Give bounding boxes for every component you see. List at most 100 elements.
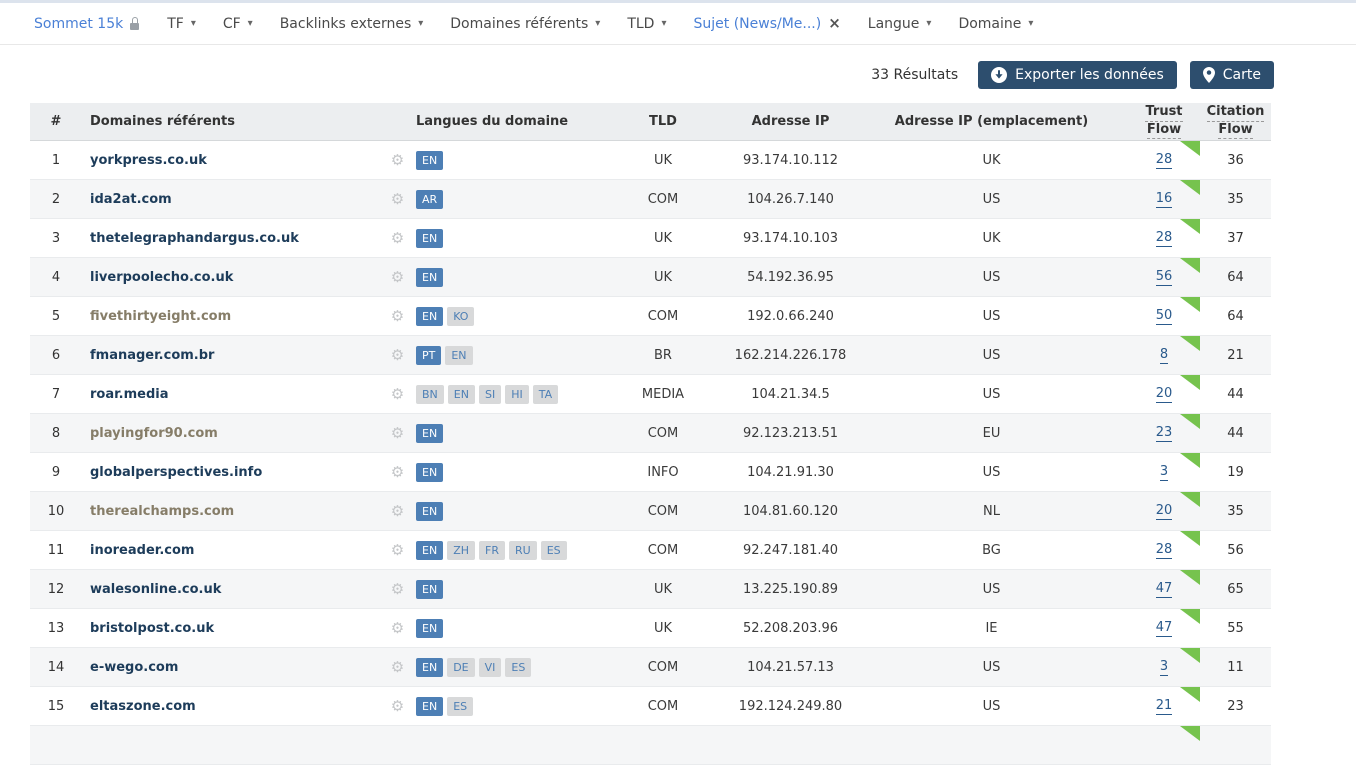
language-badge-es: ES <box>447 697 473 716</box>
trust-flow-value[interactable]: 28 <box>1156 152 1173 169</box>
language-badges: ENZHFRRUES <box>410 541 600 560</box>
domain-link[interactable]: liverpoolecho.co.uk <box>90 270 233 285</box>
gear-icon[interactable]: ⚙ <box>391 268 404 286</box>
tld-cell: UK <box>654 270 672 285</box>
language-badge-vi: VI <box>479 658 502 677</box>
language-badge-es: ES <box>505 658 531 677</box>
filter-item-tf[interactable]: TF ▾ <box>167 16 196 32</box>
filter-label: CF <box>223 16 241 32</box>
gear-icon[interactable]: ⚙ <box>391 424 404 442</box>
tld-cell: UK <box>654 231 672 246</box>
gear-icon[interactable]: ⚙ <box>391 229 404 247</box>
language-badge-de: DE <box>447 658 474 677</box>
table-header-row: # Domaines référents Langues du domaine … <box>30 103 1271 141</box>
domain-link[interactable]: therealchamps.com <box>90 504 234 519</box>
domain-link[interactable]: ida2at.com <box>90 192 172 207</box>
close-icon[interactable]: × <box>828 16 841 31</box>
domain-link[interactable]: playingfor90.com <box>90 426 218 441</box>
gear-icon[interactable]: ⚙ <box>391 151 404 169</box>
trust-flow-value[interactable]: 47 <box>1156 620 1173 637</box>
domain-link[interactable]: eltaszone.com <box>90 699 196 714</box>
gear-icon[interactable]: ⚙ <box>391 307 404 325</box>
gear-icon[interactable]: ⚙ <box>391 190 404 208</box>
tld-cell: COM <box>648 699 679 714</box>
table-row: 11 inoreader.com ⚙ ENZHFRRUES COM 92.247… <box>30 531 1271 570</box>
domain-link[interactable]: roar.media <box>90 387 169 402</box>
ip-location-cell: IE <box>985 621 997 636</box>
gear-icon[interactable]: ⚙ <box>391 502 404 520</box>
gear-icon[interactable]: ⚙ <box>391 619 404 637</box>
gear-icon[interactable]: ⚙ <box>391 541 404 559</box>
domain-link[interactable]: fmanager.com.br <box>90 348 214 363</box>
filter-item-cf[interactable]: CF ▾ <box>223 16 253 32</box>
trend-triangle-icon <box>1180 414 1200 429</box>
language-badge-en: EN <box>416 229 443 248</box>
trust-flow-value[interactable]: 20 <box>1156 386 1173 403</box>
gear-icon[interactable]: ⚙ <box>391 385 404 403</box>
language-badge-es: ES <box>541 541 567 560</box>
tld-cell: COM <box>648 192 679 207</box>
trust-flow-value[interactable]: 20 <box>1156 503 1173 520</box>
trust-flow-value[interactable]: 16 <box>1156 191 1173 208</box>
trust-flow-value[interactable]: 28 <box>1156 542 1173 559</box>
download-icon <box>991 67 1007 83</box>
results-toolbar: 33 Résultats Exporter les données Carte <box>0 61 1274 89</box>
gear-icon[interactable]: ⚙ <box>391 658 404 676</box>
domain-link[interactable]: e-wego.com <box>90 660 178 675</box>
map-pin-icon <box>1203 67 1215 83</box>
trust-flow-value[interactable]: 3 <box>1160 659 1168 676</box>
filter-label: Sommet 15k <box>34 16 123 32</box>
table-row: 15 eltaszone.com ⚙ ENES COM 192.124.249.… <box>30 687 1271 726</box>
trust-flow-value[interactable]: 23 <box>1156 425 1173 442</box>
chevron-down-icon: ▾ <box>418 19 423 29</box>
trust-flow-value[interactable]: 8 <box>1160 347 1168 364</box>
tld-cell: COM <box>648 426 679 441</box>
header-citation-flow[interactable]: Citation Flow <box>1200 104 1271 139</box>
ip-cell: 192.0.66.240 <box>747 309 834 324</box>
filter-item-sujet[interactable]: Sujet (News/Me...) × <box>694 16 841 32</box>
language-badge-zh: ZH <box>447 541 475 560</box>
trust-flow-value[interactable]: 3 <box>1160 464 1168 481</box>
table-row: 14 e-wego.com ⚙ ENDEVIES COM 104.21.57.1… <box>30 648 1271 687</box>
trust-flow-value[interactable]: 47 <box>1156 581 1173 598</box>
citation-flow-value: 55 <box>1200 621 1271 636</box>
domain-link[interactable]: walesonline.co.uk <box>90 582 221 597</box>
domain-link[interactable]: globalperspectives.info <box>90 465 262 480</box>
trust-flow-value[interactable]: 21 <box>1156 698 1173 715</box>
trend-triangle-icon <box>1180 570 1200 585</box>
domain-link[interactable]: bristolpost.co.uk <box>90 621 214 636</box>
gear-icon[interactable]: ⚙ <box>391 463 404 481</box>
domain-link[interactable]: thetelegraphandargus.co.uk <box>90 231 299 246</box>
filter-item-sommet-15k[interactable]: Sommet 15k <box>34 16 140 32</box>
language-badge-en: EN <box>416 502 443 521</box>
citation-flow-value: 35 <box>1200 192 1271 207</box>
filter-item-backlinks-externes[interactable]: Backlinks externes ▾ <box>280 16 424 32</box>
gear-icon[interactable]: ⚙ <box>391 346 404 364</box>
citation-flow-value: 65 <box>1200 582 1271 597</box>
trend-triangle-icon <box>1180 726 1200 741</box>
map-button[interactable]: Carte <box>1190 61 1274 89</box>
citation-flow-value: 21 <box>1200 348 1271 363</box>
filter-item-domaine[interactable]: Domaine ▾ <box>958 16 1033 32</box>
domain-link[interactable]: fivethirtyeight.com <box>90 309 231 324</box>
export-data-button[interactable]: Exporter les données <box>978 61 1177 89</box>
filter-label: TLD <box>627 16 654 32</box>
row-index: 15 <box>30 699 82 714</box>
language-badge-en: EN <box>445 346 472 365</box>
language-badge-en: EN <box>416 580 443 599</box>
trust-flow-value[interactable]: 56 <box>1156 269 1173 286</box>
filter-item-langue[interactable]: Langue ▾ <box>868 16 932 32</box>
chevron-down-icon: ▾ <box>1028 19 1033 29</box>
header-trust-flow[interactable]: Trust Flow <box>1145 104 1182 139</box>
table-row: 9 globalperspectives.info ⚙ EN INFO 104.… <box>30 453 1271 492</box>
domain-link[interactable]: inoreader.com <box>90 543 194 558</box>
citation-flow-value: 44 <box>1200 387 1271 402</box>
trust-flow-value[interactable]: 50 <box>1156 308 1173 325</box>
gear-icon[interactable]: ⚙ <box>391 697 404 715</box>
filter-item-tld[interactable]: TLD ▾ <box>627 16 666 32</box>
domain-link[interactable]: yorkpress.co.uk <box>90 153 207 168</box>
trust-flow-value[interactable]: 28 <box>1156 230 1173 247</box>
gear-icon[interactable]: ⚙ <box>391 580 404 598</box>
table-row: 7 roar.media ⚙ BNENSIHITA MEDIA 104.21.3… <box>30 375 1271 414</box>
filter-item-domaines-referents[interactable]: Domaines référents ▾ <box>450 16 600 32</box>
